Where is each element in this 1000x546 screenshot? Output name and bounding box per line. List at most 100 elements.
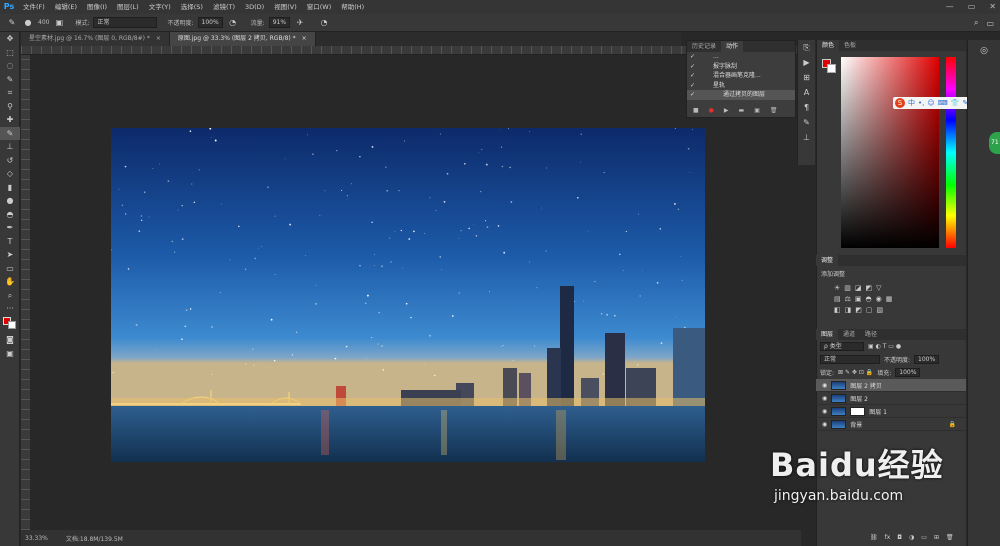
play-icon[interactable]: ▶ [724,107,729,114]
action-row[interactable]: ✓... [687,52,795,62]
menu-help[interactable]: 帮助(H) [336,0,369,14]
selective-color-icon[interactable]: ▢ [866,306,873,314]
background-color-swatch[interactable] [827,64,836,73]
stamp-tool-icon[interactable]: ⊥ [0,140,20,154]
brush-size[interactable]: 400 [38,19,49,26]
menu-file[interactable]: 文件(F) [18,0,50,14]
workspace-icon[interactable]: ▭ [986,19,994,28]
menu-view[interactable]: 视图(V) [269,0,302,14]
menu-filter[interactable]: 滤镜(T) [208,0,240,14]
healing-tool-icon[interactable]: ✚ [0,113,20,127]
tab-paths[interactable]: 路径 [860,329,882,340]
filter-icons[interactable]: ▣ ◐ T ▭ ● [868,343,901,350]
threshold-icon[interactable]: ◩ [855,306,862,314]
gradient-map-icon[interactable]: ▧ [877,306,884,314]
menu-window[interactable]: 窗口(W) [302,0,337,14]
quick-select-tool-icon[interactable]: ✎ [0,73,20,87]
actions-panel-icon[interactable]: ▶ [798,55,815,70]
action-row[interactable]: ✓ 报字脉刮 [687,62,795,72]
levels-icon[interactable]: ▥ [844,284,851,292]
hand-tool-icon[interactable]: ✋ [0,275,20,289]
menu-3d[interactable]: 3D(D) [240,0,269,14]
exposure-icon[interactable]: ◩ [866,284,873,292]
layer-opacity-input[interactable]: 100% [914,355,940,364]
fill-input[interactable]: 100% [895,368,921,377]
history-panel-icon[interactable]: ⎘ [798,40,815,55]
flow-input[interactable]: 91% [268,17,291,28]
check-icon[interactable]: ✓ [690,52,695,62]
screen-mode-icon[interactable]: ▣ [0,347,20,361]
brush-tool-icon[interactable]: ✎ [6,17,18,29]
record-icon[interactable]: ● [709,107,714,114]
eye-icon[interactable]: ◉ [822,408,827,415]
blend-mode-select[interactable]: 正常 [820,355,880,364]
blur-tool-icon[interactable]: ● [0,194,20,208]
eye-icon[interactable]: ◉ [822,395,827,402]
vibrance-icon[interactable]: ▽ [876,284,881,292]
brush-panel-icon[interactable]: ✎ [798,115,815,130]
chinese-mode-icon[interactable]: 中 [908,98,915,108]
skin-icon[interactable]: 👕 [951,99,960,107]
tab-adjustments[interactable]: 调整 [816,255,839,266]
tab-layers[interactable]: 图层 [816,329,839,340]
color-picker-field[interactable] [841,57,939,248]
eye-icon[interactable]: ◉ [822,382,827,389]
more-tools-icon[interactable]: ··· [0,302,20,316]
mode-select[interactable]: 正常 [93,17,158,28]
opacity-input[interactable]: 100% [197,17,223,28]
layer-row[interactable]: ◉ 背景 🔒 [816,418,966,431]
keyboard-icon[interactable]: ⌨ [938,99,948,107]
document-image[interactable] [111,128,705,462]
layer-row[interactable]: ◉ 图层 2 拷贝 [816,379,966,392]
tab-color[interactable]: 颜色 [817,40,840,51]
sogou-logo-icon[interactable]: S [895,98,905,108]
eyedropper-tool-icon[interactable]: ⚲ [0,100,20,114]
search-icon[interactable]: ⌕ [974,18,978,28]
hue-sat-icon[interactable]: ▤ [834,295,841,303]
curves-icon[interactable]: ◪ [855,284,862,292]
minimize-button[interactable]: — [946,0,954,14]
tab-close-icon[interactable]: × [302,35,307,42]
action-row-selected[interactable]: ✓ 通过拷贝的图层 [687,90,795,100]
check-icon[interactable]: ✓ [690,62,695,72]
check-icon[interactable]: ✓ [690,90,695,100]
paragraph-panel-icon[interactable]: ¶ [798,100,815,115]
pressure-size-icon[interactable]: ◔ [318,17,330,29]
quick-mask-icon[interactable]: ◙ [0,333,20,347]
tab-close-icon[interactable]: × [156,35,161,42]
channel-mixer-icon[interactable]: ◉ [876,295,882,303]
tab-channels[interactable]: 通道 [838,329,860,340]
check-icon[interactable]: ✓ [690,71,695,81]
posterize-icon[interactable]: ◨ [845,306,852,314]
brush-tool-icon[interactable]: ✎ [0,126,20,140]
maximize-button[interactable]: ▭ [968,0,976,14]
layer-mask-thumbnail[interactable] [850,406,866,416]
action-row[interactable]: ✓ 混合器画笔克隆... [687,71,795,81]
character-panel-icon[interactable]: A [798,85,815,100]
libraries-icon[interactable]: ◎ [968,46,1000,56]
lock-icons[interactable]: ⊠ ✎ ✥ ⊡ 🔒 [838,369,873,376]
layer-row[interactable]: ◉ 图层 1 [816,405,966,418]
shape-tool-icon[interactable]: ▭ [0,262,20,276]
path-select-tool-icon[interactable]: ➤ [0,248,20,262]
eraser-tool-icon[interactable]: ◇ [0,167,20,181]
properties-panel-icon[interactable]: ⊞ [798,70,815,85]
gradient-tool-icon[interactable]: ▮ [0,181,20,195]
invert-icon[interactable]: ◧ [834,306,841,314]
new-action-icon[interactable]: ▣ [754,107,760,114]
tab-swatches[interactable]: 色板 [839,40,861,51]
pen-tool-icon[interactable]: ✒ [0,221,20,235]
black-white-icon[interactable]: ▣ [855,295,862,303]
color-swatch-icon[interactable] [0,316,20,330]
brush-preset-icon[interactable]: ● [22,17,34,29]
delete-icon[interactable]: 🗑 [770,107,778,114]
dodge-tool-icon[interactable]: ◓ [0,208,20,222]
color-balance-icon[interactable]: ⚖ [845,295,851,303]
layer-filter-select[interactable]: ρ 类型 [820,342,864,351]
tab-history[interactable]: 历史记录 [687,41,721,52]
airbrush-icon[interactable]: ✈ [294,17,306,29]
tab-starfield[interactable]: 星空素材.jpg @ 16.7% (图层 0, RGB/8#) * × [21,32,170,46]
close-button[interactable]: ✕ [989,0,996,14]
color-lookup-icon[interactable]: ▦ [886,295,893,303]
layer-row[interactable]: ◉ 图层 2 [816,392,966,405]
